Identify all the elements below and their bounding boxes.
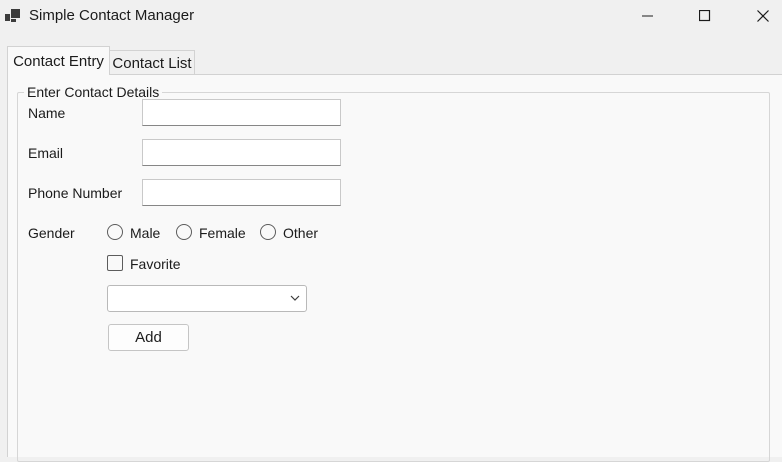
name-label: Name (28, 105, 66, 121)
gender-label: Gender (28, 225, 75, 241)
email-input[interactable] (142, 139, 341, 166)
favorite-checkbox[interactable] (107, 255, 123, 271)
email-label: Email (28, 145, 64, 161)
gender-other-label[interactable]: Other (283, 225, 318, 241)
name-input[interactable] (142, 99, 341, 126)
app-icon (5, 9, 21, 23)
tab-contact-entry[interactable]: Contact Entry (7, 46, 110, 75)
minimize-button[interactable] (619, 0, 677, 32)
maximize-button[interactable] (676, 0, 734, 32)
contact-details-group (17, 92, 770, 462)
minimize-icon (642, 15, 653, 17)
chevron-down-icon (290, 295, 300, 301)
tab-contact-list[interactable]: Contact List (110, 50, 195, 75)
favorite-label[interactable]: Favorite (130, 256, 181, 272)
title-bar[interactable]: Simple Contact Manager (0, 0, 782, 33)
gender-male-radio[interactable] (107, 224, 123, 240)
group-title: Enter Contact Details (24, 84, 163, 100)
add-button[interactable]: Add (108, 324, 189, 351)
close-icon (757, 10, 769, 22)
gender-female-radio[interactable] (176, 224, 192, 240)
window-title: Simple Contact Manager (29, 7, 195, 24)
close-button[interactable] (734, 0, 782, 32)
gender-other-radio[interactable] (260, 224, 276, 240)
phone-label: Phone Number (28, 185, 123, 201)
phone-input[interactable] (142, 179, 341, 206)
maximize-icon (699, 10, 711, 22)
contact-combobox[interactable] (107, 285, 307, 312)
gender-male-label[interactable]: Male (130, 225, 160, 241)
gender-female-label[interactable]: Female (199, 225, 246, 241)
